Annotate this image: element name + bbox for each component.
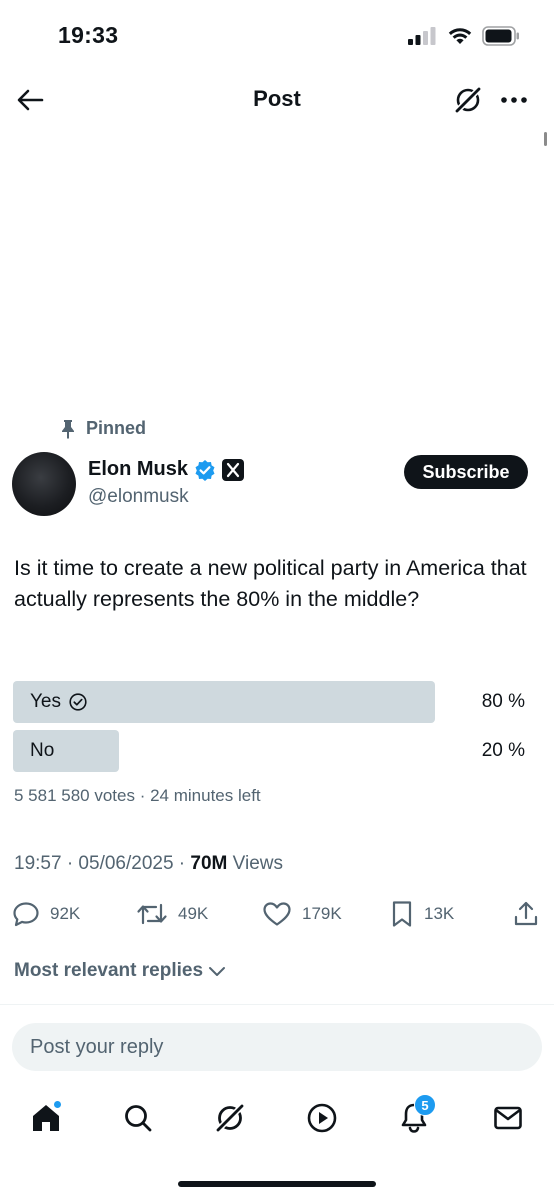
nav-messages[interactable]	[488, 1098, 528, 1138]
post-actions: 92K 49K 179K 13K	[0, 896, 554, 932]
bookmark-icon	[392, 901, 412, 927]
reply-icon	[13, 902, 39, 927]
repost-button[interactable]: 49K	[136, 896, 208, 932]
author-name-row: Elon Musk	[88, 458, 245, 481]
chevron-down-icon	[209, 967, 226, 976]
bookmark-button[interactable]: 13K	[390, 896, 454, 932]
battery-icon	[482, 26, 519, 46]
heart-icon	[263, 902, 291, 926]
back-button[interactable]	[12, 82, 48, 118]
like-count: 179K	[302, 904, 342, 923]
grok-icon	[214, 1102, 246, 1134]
bottom-nav: 5	[0, 1090, 554, 1144]
more-options-button[interactable]	[496, 82, 532, 118]
replies-sort-label: Most relevant replies	[14, 960, 204, 981]
timestamp-text: 19:57 · 05/06/2025 ·	[14, 853, 191, 874]
reply-button[interactable]: 92K	[12, 896, 80, 932]
replies-sort-dropdown[interactable]: Most relevant replies	[14, 960, 227, 982]
status-time: 19:33	[58, 22, 119, 48]
poll-option-text: No	[30, 740, 55, 761]
reply-box	[12, 1023, 542, 1071]
poll-option-text: Yes	[30, 691, 61, 712]
poll-percent-no: 20 %	[481, 740, 525, 761]
share-button[interactable]	[512, 896, 540, 932]
pinned-label: Pinned	[86, 418, 147, 438]
grok-button[interactable]	[450, 82, 486, 118]
repost-icon	[137, 903, 167, 925]
arrow-left-icon	[17, 89, 44, 111]
post-timestamp: 19:57 · 05/06/2025 · 70M Views	[14, 853, 283, 875]
poll-option-yes[interactable]: Yes 80 %	[13, 681, 525, 723]
scroll-indicator	[544, 132, 547, 146]
poll-bar-no	[13, 730, 119, 772]
nav-video[interactable]	[302, 1098, 342, 1138]
repost-count: 49K	[178, 904, 209, 923]
nav-home[interactable]	[26, 1098, 66, 1138]
divider	[0, 1004, 554, 1005]
bookmark-count: 13K	[424, 904, 455, 923]
reply-count: 92K	[50, 904, 81, 923]
poll-percent-yes: 80 %	[481, 691, 525, 712]
notifications-count-badge: 5	[414, 1094, 436, 1116]
top-app-bar: Post	[0, 72, 554, 126]
reply-input[interactable]	[12, 1023, 542, 1071]
status-icons	[408, 26, 520, 46]
poll-option-label-yes: Yes	[30, 691, 87, 713]
verified-badge-icon	[195, 459, 215, 481]
share-icon	[514, 901, 538, 926]
author-name[interactable]: Elon Musk	[88, 458, 188, 481]
play-circle-icon	[307, 1103, 337, 1133]
like-button[interactable]: 179K	[262, 896, 342, 932]
views-count[interactable]: 70M	[190, 853, 227, 874]
more-horizontal-icon	[501, 97, 527, 103]
poll-meta: 5 581 580 votes · 24 minutes left	[14, 786, 261, 805]
avatar[interactable]	[12, 452, 76, 516]
poll-option-label-no: No	[30, 740, 54, 762]
post-text: Is it time to create a new political par…	[14, 556, 527, 611]
pinned-indicator: Pinned	[60, 418, 146, 439]
pin-icon	[62, 419, 74, 439]
wifi-icon	[448, 28, 472, 44]
search-icon	[125, 1105, 152, 1132]
status-bar: 19:33	[0, 0, 554, 72]
subscribe-button[interactable]: Subscribe	[404, 455, 528, 489]
mail-icon	[494, 1106, 522, 1130]
views-label: Views	[227, 853, 284, 874]
check-circle-icon	[69, 693, 87, 711]
nav-grok[interactable]	[210, 1098, 250, 1138]
poll-option-no[interactable]: No 20 %	[13, 730, 525, 772]
nav-search[interactable]	[118, 1098, 158, 1138]
nav-notifications[interactable]: 5	[394, 1094, 436, 1138]
home-indicator	[178, 1181, 376, 1187]
x-affiliate-badge-icon	[222, 458, 245, 481]
author-handle[interactable]: @elonmusk	[88, 486, 189, 508]
home-notification-dot	[53, 1100, 62, 1109]
cellular-signal-icon	[408, 27, 436, 45]
grok-icon	[453, 85, 483, 115]
